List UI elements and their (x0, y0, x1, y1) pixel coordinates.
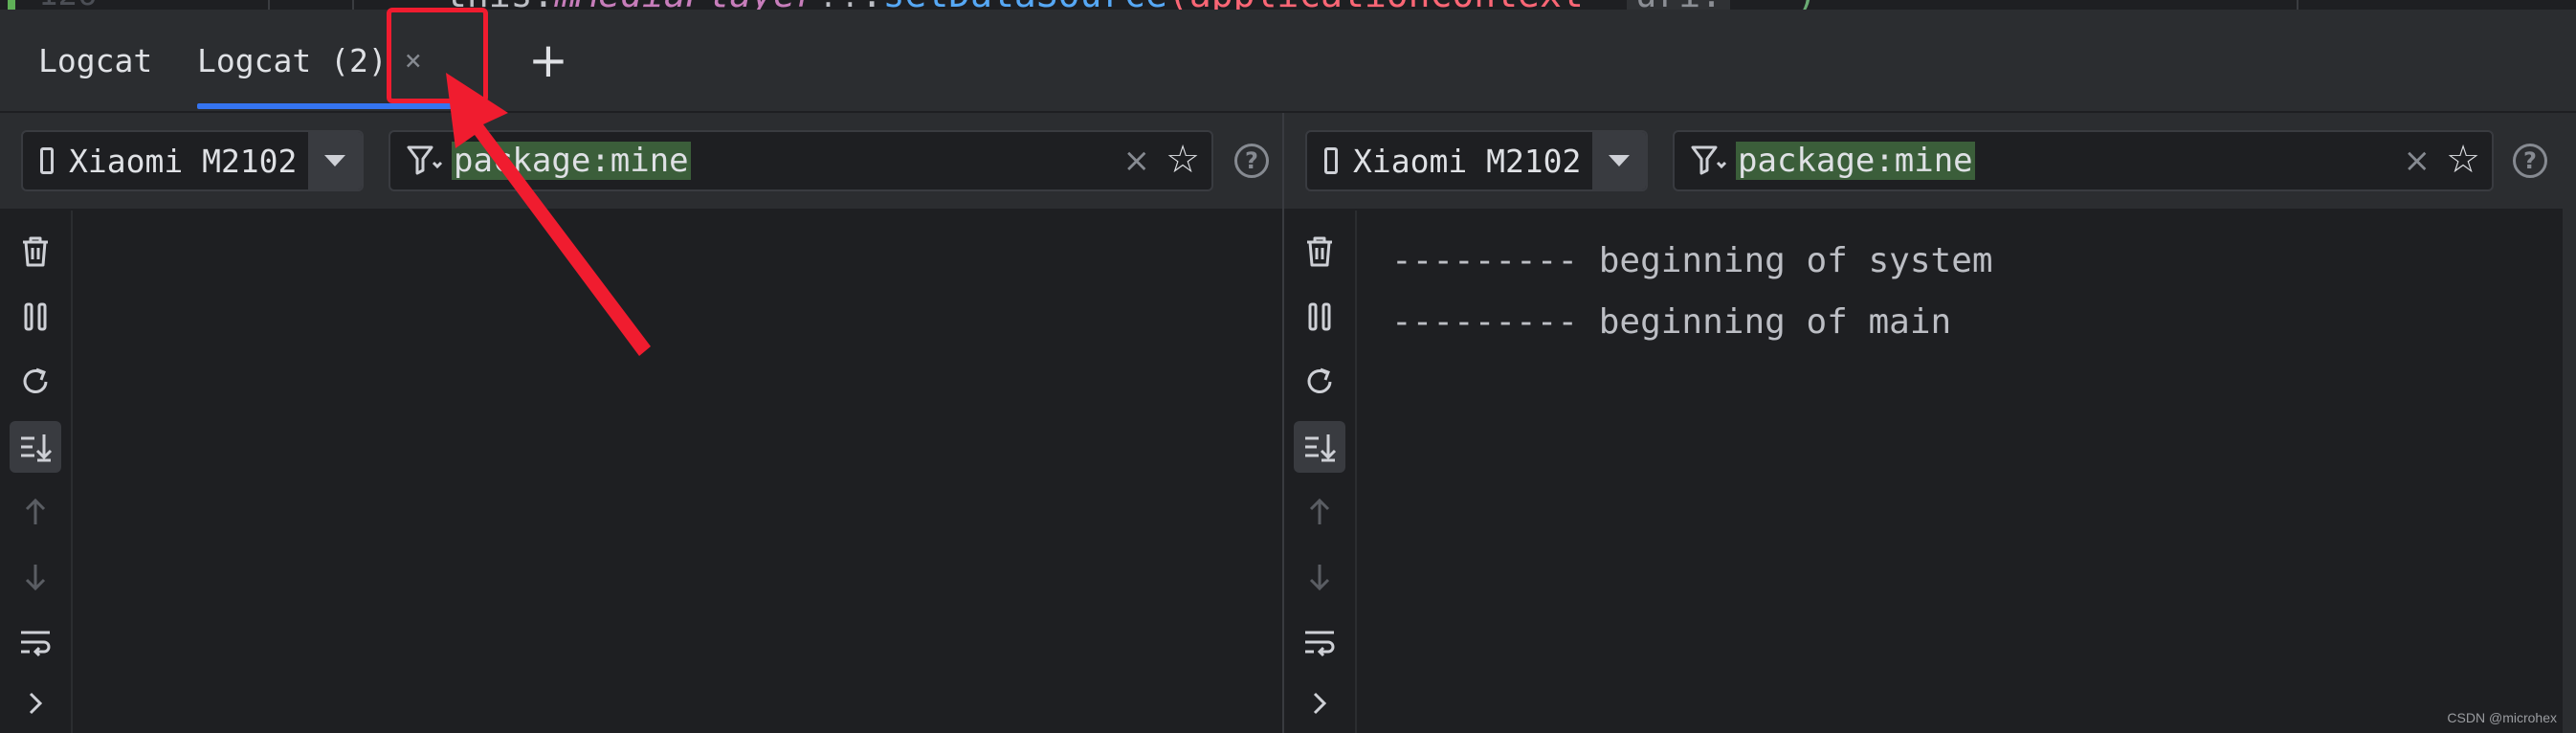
annotation-highlight-box (387, 8, 488, 103)
chevron-right-icon (1313, 692, 1327, 715)
next-button[interactable] (1294, 551, 1345, 603)
help-icon[interactable]: ? (2513, 144, 2547, 178)
filter-query: package:mine (1736, 142, 1975, 180)
clear-logcat-button[interactable] (10, 226, 61, 278)
clear-filter-icon[interactable]: × (1123, 142, 1151, 180)
expand-button[interactable] (1294, 677, 1345, 729)
logcat-pane-right: Xiaomi M2102K package:mine × ☆ ? -------… (1284, 113, 2563, 733)
editor-right-border (2297, 0, 2298, 10)
soft-wrap-icon (1305, 631, 1335, 657)
watermark: CSDN @microhex (2447, 710, 2557, 725)
chevron-down-icon[interactable] (308, 132, 362, 189)
gutter-separator (268, 0, 270, 10)
soft-wrap-button[interactable] (1294, 616, 1345, 668)
pause-icon (24, 302, 47, 331)
active-tab-indicator (197, 103, 455, 109)
change-marker (8, 0, 15, 10)
device-selector[interactable]: Xiaomi M2102K (21, 130, 364, 191)
filter-icon (407, 145, 443, 175)
previous-button[interactable] (1294, 486, 1345, 538)
tab-label: Logcat (38, 41, 153, 79)
arrow-up-icon (1309, 498, 1330, 524)
tab-logcat[interactable]: Logcat (38, 10, 152, 111)
expand-button[interactable] (10, 677, 61, 729)
chevron-down-icon[interactable] (1592, 132, 1646, 189)
chevron-right-icon (29, 692, 43, 715)
phone-icon (1324, 147, 1338, 174)
log-line: --------- beginning of system (1391, 241, 1993, 280)
log-line: --------- beginning of main (1391, 302, 1952, 342)
star-icon[interactable]: ☆ (1166, 138, 1200, 182)
logcat-side-toolbar (0, 211, 73, 733)
trash-icon (23, 236, 48, 267)
device-selector[interactable]: Xiaomi M2102K (1305, 130, 1648, 191)
pause-button[interactable] (10, 291, 61, 343)
logcat-side-toolbar (1284, 211, 1357, 733)
editor-gutter: 126 (0, 0, 354, 10)
scroll-to-end-icon (1305, 434, 1337, 462)
filter-input[interactable]: package:mine × ☆ (1673, 130, 2494, 191)
star-icon[interactable]: ☆ (2446, 138, 2480, 182)
logcat-toolbar: Xiaomi M2102K package:mine × ☆ ? (1284, 113, 2563, 211)
pause-button[interactable] (1294, 291, 1345, 343)
restart-icon (23, 367, 48, 393)
gutter-separator-2 (352, 0, 354, 10)
logcat-toolbar: Xiaomi M2102K package:mine × ☆ ? (0, 113, 1282, 211)
filter-icon (1691, 145, 1727, 175)
clear-filter-icon[interactable]: × (2404, 142, 2432, 180)
help-icon[interactable]: ? (1234, 144, 1269, 178)
scroll-to-end-button[interactable] (10, 421, 61, 473)
soft-wrap-icon (21, 631, 51, 657)
trash-icon (1307, 236, 1332, 267)
logcat-pane-left: Xiaomi M2102K package:mine × ☆ ? (0, 113, 1282, 733)
soft-wrap-button[interactable] (10, 616, 61, 668)
log-output[interactable] (73, 211, 1282, 733)
tab-label: Logcat (2) (197, 41, 388, 79)
restart-button[interactable] (1294, 356, 1345, 408)
next-button[interactable] (10, 551, 61, 603)
previous-button[interactable] (10, 486, 61, 538)
filter-query: package:mine (452, 142, 691, 180)
scroll-to-end-button[interactable] (1294, 421, 1345, 473)
add-tab-button[interactable]: + (524, 36, 572, 84)
device-label: Xiaomi M2102K (69, 142, 299, 180)
pause-icon (1308, 302, 1331, 331)
restart-icon (1307, 367, 1332, 393)
arrow-down-icon (25, 565, 46, 591)
arrow-down-icon (1309, 565, 1330, 591)
device-label: Xiaomi M2102K (1353, 142, 1583, 180)
restart-button[interactable] (10, 356, 61, 408)
arrow-up-icon (25, 498, 46, 524)
log-output[interactable]: --------- beginning of system --------- … (1357, 211, 2563, 733)
scroll-to-end-icon (21, 434, 53, 462)
clear-logcat-button[interactable] (1294, 226, 1345, 278)
phone-icon (40, 147, 54, 174)
filter-input[interactable]: package:mine × ☆ (389, 130, 1213, 191)
window-edge (2563, 113, 2576, 733)
